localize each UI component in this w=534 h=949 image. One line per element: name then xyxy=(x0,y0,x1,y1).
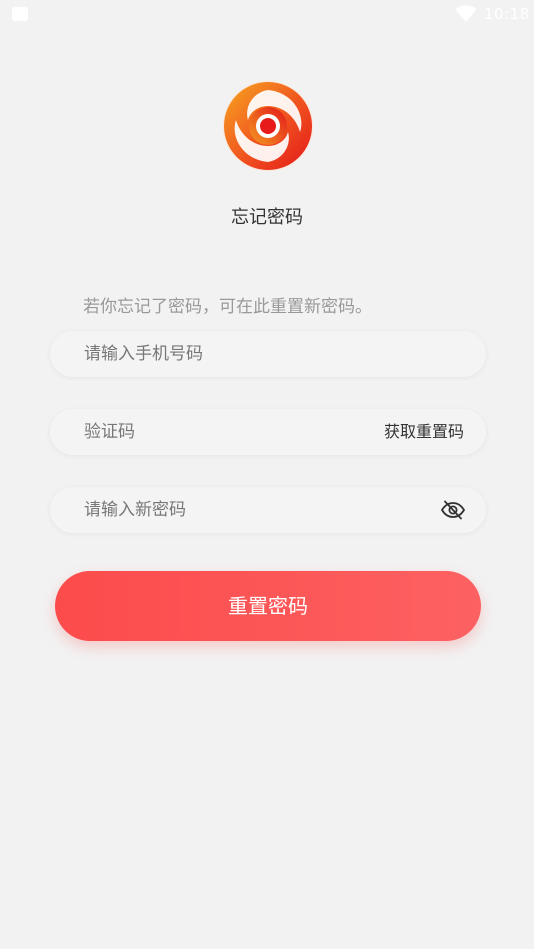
reset-password-button[interactable]: 重置密码 xyxy=(55,571,481,641)
phone-input[interactable] xyxy=(84,331,364,377)
status-time: 10:18 xyxy=(484,5,530,23)
app-logo-icon xyxy=(223,81,313,171)
notification-icon xyxy=(12,7,28,21)
status-bar: 10:18 xyxy=(0,0,534,30)
phone-field[interactable] xyxy=(50,331,486,377)
new-password-field[interactable] xyxy=(50,487,486,533)
verification-code-field[interactable]: 获取重置码 xyxy=(50,409,486,455)
reset-hint-text: 若你忘记了密码，可在此重置新密码。 xyxy=(83,297,372,317)
page-title: 忘记密码 xyxy=(231,207,303,228)
verification-code-input[interactable] xyxy=(84,409,364,455)
get-reset-code-button[interactable]: 获取重置码 xyxy=(384,409,464,455)
wifi-icon xyxy=(455,5,477,22)
new-password-input[interactable] xyxy=(84,487,364,533)
eye-off-icon[interactable] xyxy=(440,499,466,521)
